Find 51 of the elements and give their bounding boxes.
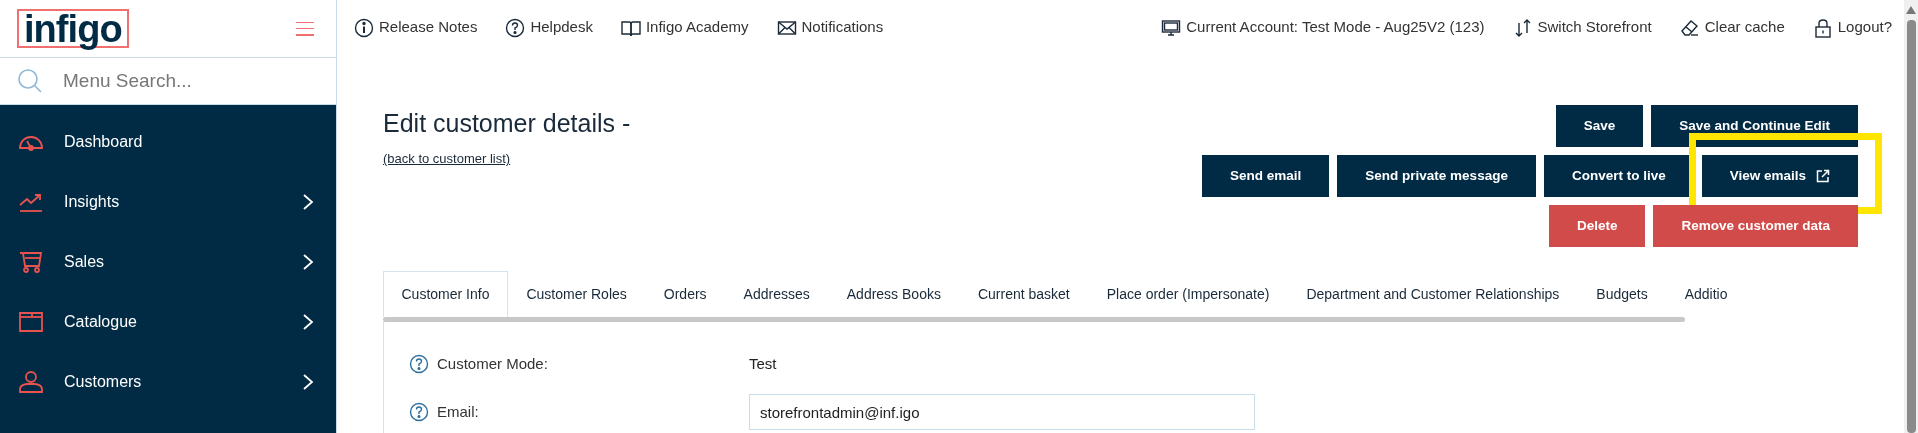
action-button[interactable]: Send email — [1202, 155, 1330, 197]
monitor-icon — [1161, 17, 1182, 38]
scroll-up-icon[interactable] — [1906, 6, 1916, 14]
tab[interactable]: Orders — [645, 271, 726, 317]
scrollbar[interactable] — [1904, 0, 1918, 433]
top-link[interactable]: Infigo Academy — [620, 16, 749, 39]
info-icon — [354, 17, 374, 38]
help-icon[interactable] — [409, 354, 429, 374]
sidebar-item[interactable]: Dashboard — [0, 112, 336, 172]
tab[interactable]: Additio — [1666, 271, 1746, 317]
tab[interactable]: Customer Info — [383, 271, 508, 317]
cart-icon — [18, 250, 44, 274]
tab[interactable]: Department and Customer Relationships — [1287, 271, 1578, 317]
view-emails-button[interactable]: View emails — [1701, 155, 1858, 197]
action-button[interactable]: Save — [1555, 105, 1644, 147]
back-link[interactable]: (back to customer list) — [383, 149, 631, 169]
top-link[interactable]: Switch Storefront — [1512, 16, 1652, 39]
tab[interactable]: Budgets — [1577, 271, 1667, 317]
tab[interactable]: Addresses — [725, 271, 829, 317]
field-label: Customer Mode: — [437, 353, 548, 374]
help-icon — [505, 17, 526, 38]
field-value: Test — [749, 353, 777, 374]
tab[interactable]: Current basket — [959, 271, 1089, 317]
tab[interactable]: Place order (Impersonate) — [1088, 271, 1288, 317]
top-link[interactable]: Notifications — [776, 16, 884, 39]
top-link[interactable]: Logout? — [1812, 16, 1892, 39]
top-link[interactable]: Current Account: Test Mode - Aug25V2 (123) — [1161, 16, 1485, 39]
tab[interactable]: Customer Roles — [507, 271, 646, 317]
action-button[interactable]: Send private message — [1337, 155, 1536, 197]
lock-icon — [1812, 17, 1833, 38]
sidebar-item[interactable]: Sales — [0, 232, 336, 292]
sidebar-item[interactable]: Customers — [0, 352, 336, 412]
menu-icon[interactable] — [296, 21, 314, 36]
page-title: Edit customer details - — [383, 108, 631, 139]
logo[interactable]: infigo — [17, 9, 129, 48]
user-icon — [18, 370, 44, 394]
field-label: Email: — [437, 401, 479, 422]
sidebar-item[interactable]: Insights — [0, 172, 336, 232]
action-button[interactable]: Remove customer data — [1653, 205, 1858, 247]
action-button[interactable]: Delete — [1548, 205, 1646, 247]
folder-icon — [18, 310, 44, 334]
top-link[interactable]: Helpdesk — [505, 16, 593, 39]
sidebar-item[interactable]: Catalogue — [0, 292, 336, 352]
email-field[interactable]: storefrontadmin@inf.igo — [749, 394, 1255, 430]
top-link[interactable]: Release Notes — [354, 16, 478, 39]
tab[interactable]: Address Books — [828, 271, 960, 317]
help-icon[interactable] — [409, 402, 429, 422]
eraser-icon — [1679, 17, 1700, 38]
top-link[interactable]: Clear cache — [1679, 16, 1785, 39]
search-icon — [17, 68, 43, 94]
menu-search-field[interactable]: Menu Search... — [63, 66, 303, 96]
